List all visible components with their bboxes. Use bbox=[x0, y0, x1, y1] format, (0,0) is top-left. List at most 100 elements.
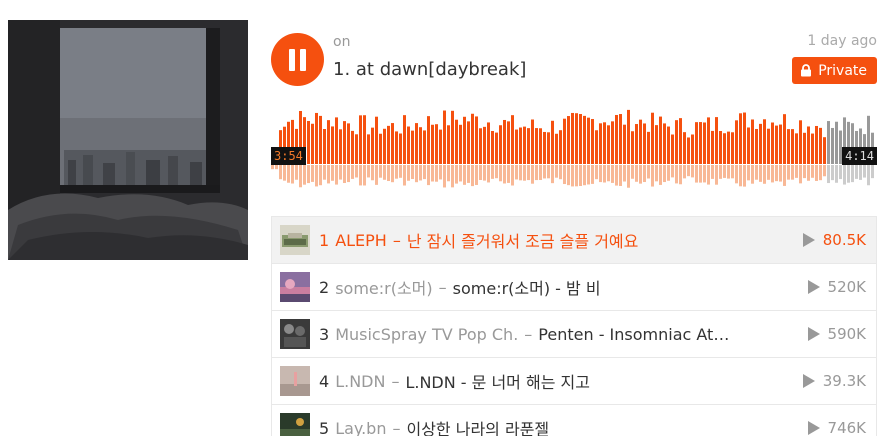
waveform-bar bbox=[827, 121, 830, 164]
waveform-bar bbox=[663, 123, 666, 164]
waveform-reflection bbox=[283, 165, 286, 181]
waveform-reflection bbox=[395, 165, 398, 179]
waveform-bar bbox=[471, 113, 474, 164]
waveform-reflection bbox=[551, 165, 554, 184]
waveform-reflection bbox=[555, 165, 558, 178]
waveform-bar bbox=[343, 121, 346, 164]
waveform-reflection bbox=[839, 165, 842, 180]
track-title[interactable]: 이상한 나라의 라푼젤 bbox=[406, 416, 549, 436]
waveform-reflection bbox=[711, 165, 714, 179]
waveform-bar bbox=[631, 131, 634, 164]
track-row[interactable]: 5 Lay.bn – 이상한 나라의 라푼젤 746K bbox=[272, 405, 876, 436]
waveform-bar bbox=[419, 127, 422, 164]
track-row[interactable]: 2 some:r(소머) – some:r(소머) - 밤 비 520K bbox=[272, 264, 876, 311]
waveform-reflection bbox=[747, 165, 750, 181]
waveform-bar bbox=[543, 131, 546, 164]
waveform-reflection bbox=[371, 165, 374, 181]
waveform-bar bbox=[711, 130, 714, 164]
waveform-bar bbox=[747, 127, 750, 164]
waveform-bar bbox=[427, 116, 430, 164]
waveform-bar bbox=[575, 113, 578, 164]
play-count: 80.5K bbox=[802, 217, 866, 263]
waveform-bar bbox=[391, 123, 394, 164]
waveform-reflection bbox=[779, 165, 782, 182]
waveform-bar bbox=[447, 125, 450, 164]
play-count: 590K bbox=[807, 311, 866, 357]
waveform-bar bbox=[787, 129, 790, 164]
waveform-bar bbox=[595, 130, 598, 164]
waveform-bar bbox=[523, 126, 526, 164]
waveform-reflection bbox=[575, 165, 578, 187]
track-artist[interactable]: Lay.bn bbox=[335, 419, 386, 436]
track-row[interactable]: 3 MusicSpray TV Pop Ch. – Penten - Insom… bbox=[272, 311, 876, 358]
waveform-bar bbox=[579, 114, 582, 164]
track-thumbnail bbox=[280, 319, 310, 349]
waveform-reflection bbox=[399, 165, 402, 178]
waveform-reflection bbox=[847, 165, 850, 183]
waveform-reflection bbox=[851, 165, 854, 183]
waveform-bar bbox=[751, 119, 754, 164]
waveform-reflection bbox=[759, 165, 762, 182]
waveform-reflection bbox=[571, 165, 574, 187]
waveform-bar bbox=[743, 112, 746, 164]
waveform-reflection bbox=[639, 165, 642, 184]
waveform-reflection bbox=[355, 165, 358, 178]
waveform-bar bbox=[739, 113, 742, 164]
waveform-bar bbox=[443, 110, 446, 164]
track-title[interactable]: 난 잠시 즐거워서 조금 슬플 거예요 bbox=[407, 228, 639, 252]
track-row[interactable]: 4 L.NDN – L.NDN - 문 너머 해는 지고 39.3K bbox=[272, 358, 876, 405]
waveform-bar bbox=[719, 131, 722, 164]
waveform-bar bbox=[311, 123, 314, 164]
track-title[interactable]: Penten - Insomniac At… bbox=[538, 325, 729, 344]
waveform-reflection bbox=[299, 165, 302, 188]
waveform-bar bbox=[535, 128, 538, 164]
waveform-reflection bbox=[827, 165, 830, 184]
waveform-reflection bbox=[423, 165, 426, 180]
waveform-bar bbox=[779, 124, 782, 164]
waveform-bar bbox=[495, 132, 498, 164]
waveform-reflection bbox=[823, 165, 826, 177]
waveform-reflection bbox=[451, 165, 454, 188]
waveform-bar bbox=[811, 133, 814, 164]
private-badge: Private bbox=[792, 57, 877, 84]
waveform-reflection bbox=[699, 165, 702, 183]
waveform-reflection bbox=[743, 165, 746, 187]
waveform-bar bbox=[475, 116, 478, 164]
waveform-bar bbox=[731, 132, 734, 164]
waveform-reflection bbox=[567, 165, 570, 186]
waveform-reflection bbox=[811, 165, 814, 178]
waveform-bar bbox=[551, 120, 554, 164]
waveform-bar bbox=[395, 131, 398, 164]
waveform-reflection bbox=[359, 165, 362, 186]
waveform-reflection bbox=[767, 165, 770, 180]
waveform-reflection bbox=[519, 165, 522, 181]
username-link[interactable]: on bbox=[333, 34, 350, 50]
track-title[interactable]: some:r(소머) - 밤 비 bbox=[453, 275, 601, 299]
track-artist[interactable]: L.NDN bbox=[335, 372, 385, 391]
waveform-reflection bbox=[771, 165, 774, 183]
waveform-reflection bbox=[439, 165, 442, 180]
pause-button[interactable] bbox=[271, 33, 324, 86]
track-artist[interactable]: ALEPH bbox=[335, 231, 387, 250]
waveform-reflection bbox=[659, 165, 662, 185]
track-row[interactable]: 1 ALEPH – 난 잠시 즐거워서 조금 슬플 거예요 80.5K bbox=[272, 217, 876, 264]
waveform-reflection bbox=[763, 165, 766, 184]
track-artwork[interactable] bbox=[8, 20, 248, 260]
track-artist[interactable]: MusicSpray TV Pop Ch. bbox=[335, 325, 518, 344]
waveform-reflection bbox=[563, 165, 566, 185]
waveform[interactable]: 3:54 4:14 bbox=[271, 100, 877, 190]
waveform-bar bbox=[487, 122, 490, 164]
track-title[interactable]: L.NDN - 문 너머 해는 지고 bbox=[405, 369, 590, 393]
waveform-bar bbox=[511, 115, 514, 164]
waveform-reflection bbox=[487, 165, 490, 183]
waveform-reflection bbox=[475, 165, 478, 185]
waveform-reflection bbox=[787, 165, 790, 180]
track-separator: – bbox=[392, 230, 401, 250]
waveform-reflection bbox=[527, 165, 530, 181]
waveform-reflection bbox=[583, 165, 586, 186]
track-artist[interactable]: some:r(소머) bbox=[335, 275, 432, 299]
waveform-reflection bbox=[367, 165, 370, 178]
waveform-bar bbox=[763, 119, 766, 164]
waveform-bar bbox=[727, 131, 730, 164]
track-title[interactable]: 1. at dawn[daybreak] bbox=[333, 59, 526, 80]
